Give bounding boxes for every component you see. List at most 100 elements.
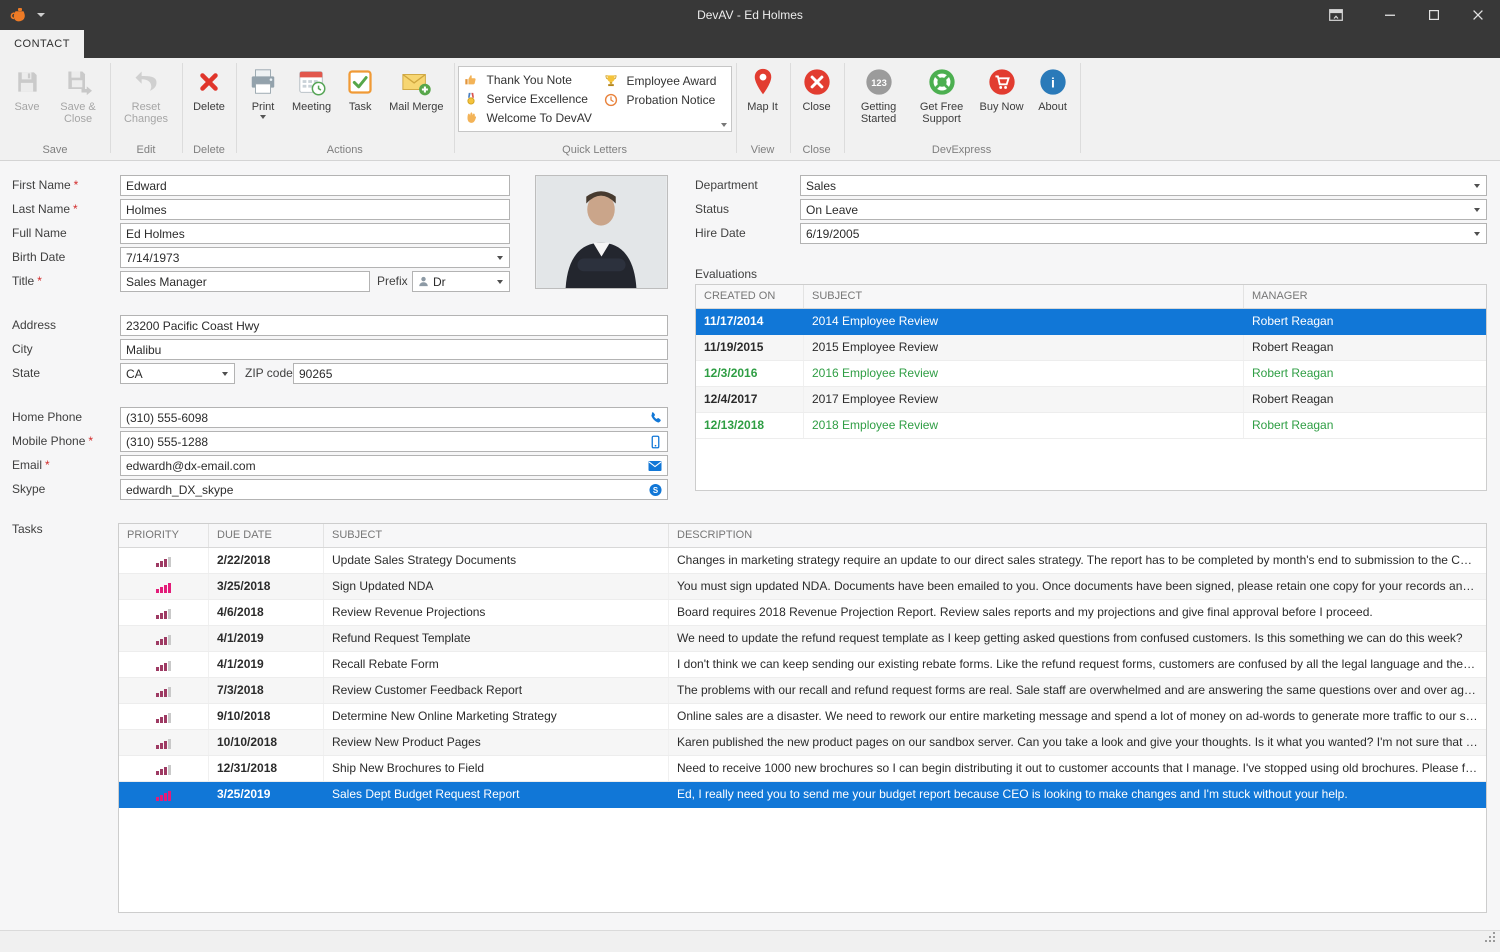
- city-input[interactable]: Malibu: [120, 339, 668, 360]
- meeting-button[interactable]: Meeting: [286, 60, 337, 113]
- maximize-button[interactable]: [1412, 0, 1456, 30]
- mobile-phone-icon[interactable]: [649, 435, 662, 448]
- skype-icon[interactable]: S: [649, 483, 662, 496]
- ribbon-group-label-quick-letters: Quick Letters: [458, 143, 732, 160]
- task-row[interactable]: 3/25/2019Sales Dept Budget Request Repor…: [119, 782, 1486, 808]
- task-description: Changes in marketing strategy require an…: [669, 548, 1486, 573]
- task-row[interactable]: 12/31/2018Ship New Brochures to FieldNee…: [119, 756, 1486, 782]
- dropdown-caret-icon: [497, 256, 503, 260]
- close-window-button[interactable]: [1456, 0, 1500, 30]
- task-subject: Review New Product Pages: [324, 730, 669, 755]
- minimize-button[interactable]: [1368, 0, 1412, 30]
- mail-merge-icon: [400, 66, 432, 98]
- task-row[interactable]: 9/10/2018Determine New Online Marketing …: [119, 704, 1486, 730]
- address-input[interactable]: 23200 Pacific Coast Hwy: [120, 315, 668, 336]
- last-name-input[interactable]: Holmes: [120, 199, 510, 220]
- print-icon: [247, 66, 279, 98]
- evaluation-row[interactable]: 11/19/20152015 Employee ReviewRobert Rea…: [696, 335, 1486, 361]
- meeting-button-label: Meeting: [292, 101, 331, 113]
- priority-normal-icon: [156, 659, 172, 671]
- prefix-combo[interactable]: Dr: [412, 271, 510, 292]
- task-row[interactable]: 4/1/2019Refund Request TemplateWe need t…: [119, 626, 1486, 652]
- quick-letters-more-icon[interactable]: [721, 123, 727, 127]
- column-header-created-on[interactable]: CREATED ON: [696, 285, 804, 308]
- email-input[interactable]: edwardh@dx-email.com: [120, 455, 668, 476]
- column-header-description[interactable]: DESCRIPTION: [669, 524, 1486, 547]
- quick-letter-welcome-to-devav[interactable]: Welcome To DevAV: [464, 108, 604, 127]
- close-record-button[interactable]: Close: [794, 60, 840, 113]
- department-combo[interactable]: Sales: [800, 175, 1487, 196]
- task-due-date: 3/25/2019: [209, 782, 324, 807]
- getting-started-button[interactable]: 123 Getting Started: [848, 60, 910, 125]
- state-combo[interactable]: CA: [120, 363, 235, 384]
- task-row[interactable]: 2/22/2018Update Sales Strategy Documents…: [119, 548, 1486, 574]
- hire-date-picker[interactable]: 6/19/2005: [800, 223, 1487, 244]
- ribbon-display-options-button[interactable]: [1314, 0, 1358, 30]
- lifebuoy-icon: [926, 66, 958, 98]
- quick-letter-probation-notice[interactable]: Probation Notice: [604, 90, 717, 109]
- task-subject: Sign Updated NDA: [324, 574, 669, 599]
- mobile-phone-input[interactable]: (310) 555-1288: [120, 431, 668, 452]
- home-phone-input[interactable]: (310) 555-6098: [120, 407, 668, 428]
- delete-button[interactable]: Delete: [186, 60, 232, 113]
- quick-letter-service-excellence[interactable]: Service Excellence: [464, 90, 604, 109]
- birth-date-picker[interactable]: 7/14/1973: [120, 247, 510, 268]
- task-button[interactable]: Task: [337, 60, 383, 113]
- task-row[interactable]: 3/25/2018Sign Updated NDAYou must sign u…: [119, 574, 1486, 600]
- evaluation-row[interactable]: 12/13/20182018 Employee ReviewRobert Rea…: [696, 413, 1486, 439]
- resize-grip[interactable]: [1484, 931, 1497, 949]
- map-it-button[interactable]: Map It: [740, 60, 786, 113]
- task-due-date: 4/1/2019: [209, 652, 324, 677]
- full-name-input[interactable]: Ed Holmes: [120, 223, 510, 244]
- get-free-support-button-label: Get Free Support: [916, 101, 968, 125]
- title-input[interactable]: Sales Manager: [120, 271, 370, 292]
- column-header-subject[interactable]: SUBJECT: [804, 285, 1244, 308]
- app-logo-icon[interactable]: [10, 7, 30, 23]
- print-button[interactable]: Print: [240, 60, 286, 119]
- buy-now-button[interactable]: Buy Now: [974, 60, 1030, 113]
- ribbon-tab-strip: CONTACT: [0, 30, 1500, 58]
- email-label: Email*: [12, 455, 50, 476]
- column-header-priority[interactable]: PRIORITY: [119, 524, 209, 547]
- about-button[interactable]: i About: [1030, 60, 1076, 113]
- quick-letter-employee-award[interactable]: Employee Award: [604, 71, 717, 90]
- dropdown-caret-icon: [1474, 184, 1480, 188]
- hire-date-label: Hire Date: [695, 223, 746, 244]
- full-name-label: Full Name: [12, 223, 67, 244]
- email-icon[interactable]: [648, 460, 662, 471]
- tab-contact[interactable]: CONTACT: [0, 30, 84, 58]
- quick-access-dropdown-icon[interactable]: [37, 13, 45, 17]
- task-button-label: Task: [349, 101, 372, 113]
- mail-merge-button[interactable]: Mail Merge: [383, 60, 449, 113]
- ribbon-group-close: Close Close: [790, 58, 844, 160]
- task-description: Ed, I really need you to send me your bu…: [669, 782, 1486, 807]
- get-free-support-button[interactable]: Get Free Support: [910, 60, 974, 125]
- state-label: State: [12, 363, 40, 384]
- priority-normal-icon: [156, 763, 172, 775]
- quick-letter-thank-you-note[interactable]: Thank You Note: [464, 71, 604, 90]
- column-header-due-date[interactable]: DUE DATE: [209, 524, 324, 547]
- column-header-manager[interactable]: MANAGER: [1244, 285, 1486, 308]
- column-header-subject[interactable]: SUBJECT: [324, 524, 669, 547]
- zip-code-input[interactable]: 90265: [293, 363, 668, 384]
- task-row[interactable]: 10/10/2018Review New Product PagesKaren …: [119, 730, 1486, 756]
- task-due-date: 10/10/2018: [209, 730, 324, 755]
- evaluation-row[interactable]: 12/4/20172017 Employee ReviewRobert Reag…: [696, 387, 1486, 413]
- status-combo[interactable]: On Leave: [800, 199, 1487, 220]
- task-subject: Review Revenue Projections: [324, 600, 669, 625]
- quick-letters-gallery: Thank You Note Service Excellence Welcom…: [458, 66, 732, 132]
- skype-input[interactable]: edwardh_DX_skype S: [120, 479, 668, 500]
- task-row[interactable]: 7/3/2018Review Customer Feedback ReportT…: [119, 678, 1486, 704]
- ribbon-group-actions: Print Meeting: [236, 58, 454, 160]
- evaluation-row[interactable]: 11/17/20142014 Employee ReviewRobert Rea…: [696, 309, 1486, 335]
- save-button-label: Save: [14, 101, 39, 113]
- required-asterisk: *: [88, 434, 93, 448]
- task-row[interactable]: 4/6/2018Review Revenue ProjectionsBoard …: [119, 600, 1486, 626]
- ribbon-group-delete: Delete Delete: [182, 58, 236, 160]
- first-name-input[interactable]: Edward: [120, 175, 510, 196]
- phone-icon[interactable]: [649, 411, 662, 424]
- map-it-button-label: Map It: [747, 101, 778, 113]
- task-priority-cell: [119, 730, 209, 755]
- task-row[interactable]: 4/1/2019Recall Rebate FormI don't think …: [119, 652, 1486, 678]
- evaluation-row[interactable]: 12/3/20162016 Employee ReviewRobert Reag…: [696, 361, 1486, 387]
